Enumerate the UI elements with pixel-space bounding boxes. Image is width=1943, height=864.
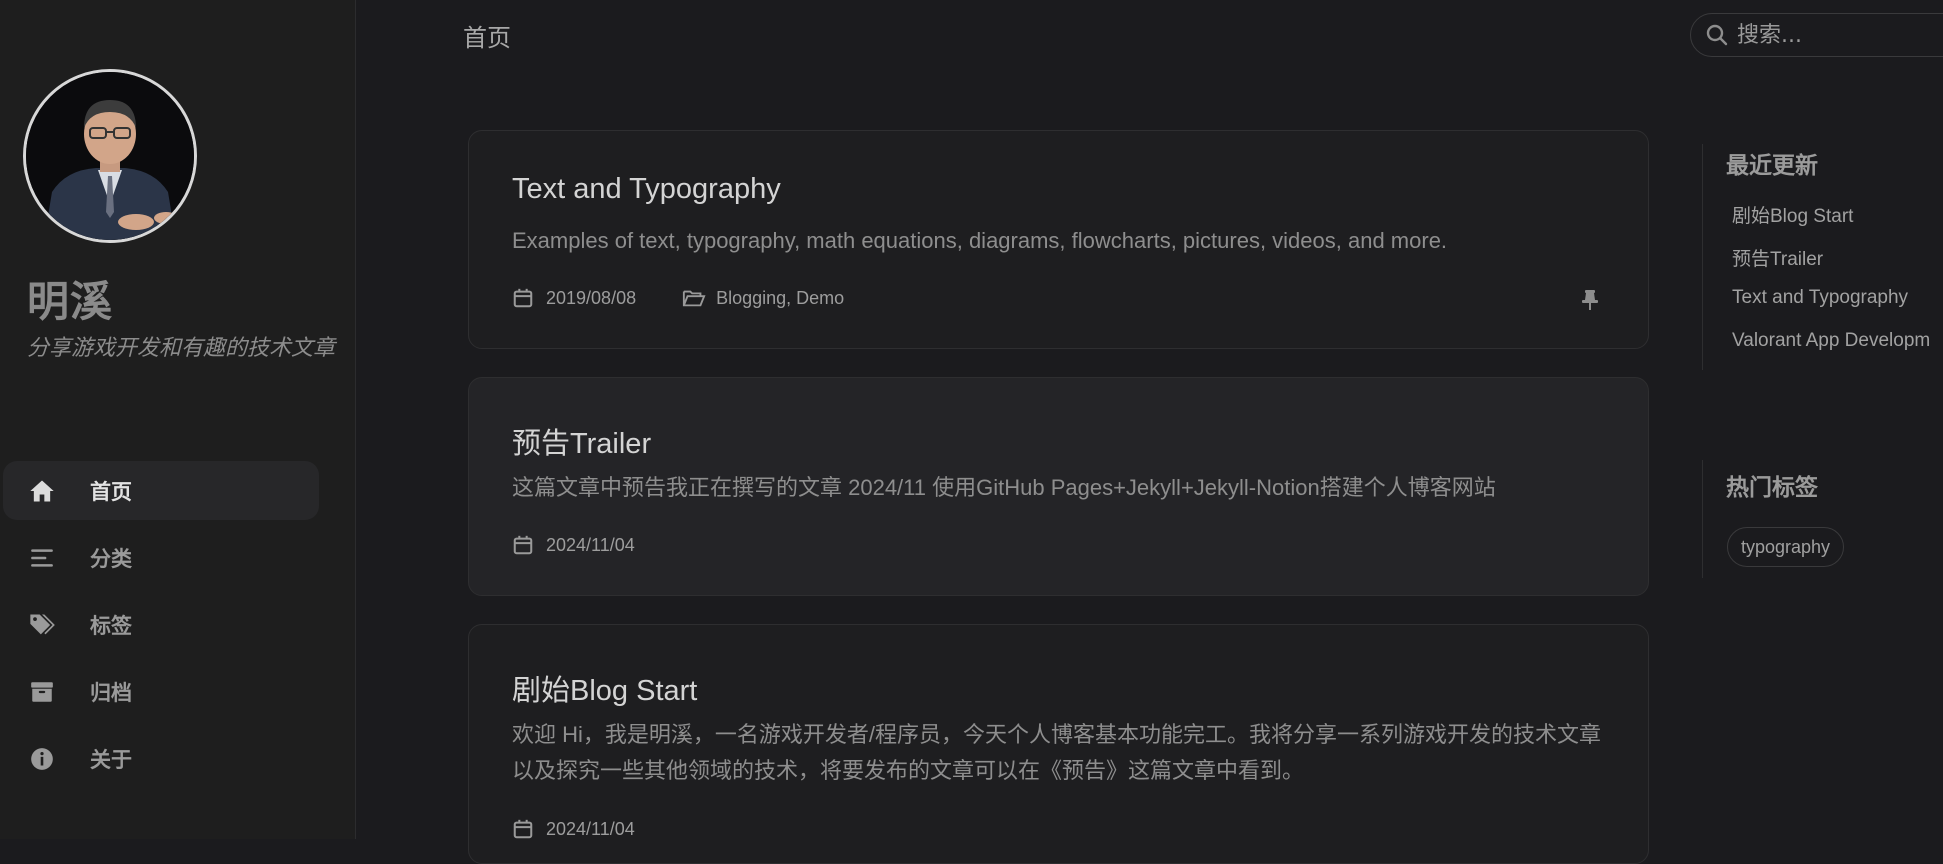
- info-icon: [28, 745, 56, 773]
- archive-icon: [28, 678, 56, 706]
- trending-tags-heading: 热门标签: [1726, 475, 1818, 501]
- sidebar-nav: 首页 分类 标签 归档 关于: [3, 461, 319, 796]
- list-icon: [28, 544, 56, 572]
- sidebar-item-label: 首页: [90, 479, 132, 504]
- calendar-icon: [512, 818, 534, 840]
- site-subtitle: 分享游戏开发和有趣的技术文章: [27, 336, 336, 361]
- recent-updates-heading: 最近更新: [1726, 153, 1818, 179]
- post-categories[interactable]: Blogging, Demo: [716, 288, 844, 309]
- post-title[interactable]: 剧始Blog Start: [512, 667, 697, 709]
- post-card[interactable]: 剧始Blog Start 欢迎 Hi，我是明溪，一名游戏开发者/程序员，今天个人…: [468, 624, 1649, 864]
- post-meta: 2019/08/08 Blogging, Demo: [512, 287, 844, 309]
- post-card[interactable]: Text and Typography Examples of text, ty…: [468, 130, 1649, 349]
- tag-chip[interactable]: typography: [1727, 527, 1845, 567]
- post-excerpt: 这篇文章中预告我正在撰写的文章 2024/11 使用GitHub Pages+J…: [512, 475, 1496, 500]
- post-date: 2019/08/08: [546, 287, 637, 308]
- recent-update-link[interactable]: Text and Typography: [1732, 287, 1908, 309]
- pin-icon: [1580, 289, 1600, 311]
- calendar-icon: [512, 287, 534, 309]
- sidebar-item-tags[interactable]: 标签: [3, 595, 319, 654]
- site-title[interactable]: 明溪: [27, 268, 113, 329]
- post-excerpt: Examples of text, typography, math equat…: [512, 228, 1448, 253]
- panel-divider: [1702, 144, 1703, 370]
- search-box[interactable]: [1690, 13, 1943, 57]
- avatar[interactable]: [23, 69, 197, 243]
- search-input[interactable]: [1735, 21, 1939, 49]
- recent-update-link[interactable]: Valorant App Developm: [1732, 330, 1930, 352]
- sidebar-item-home[interactable]: 首页: [3, 461, 319, 520]
- sidebar-item-about[interactable]: 关于: [3, 729, 319, 788]
- recent-update-link[interactable]: 预告Trailer: [1732, 244, 1823, 271]
- calendar-icon: [512, 534, 534, 556]
- post-meta: 2024/11/04: [512, 534, 635, 556]
- sidebar-item-categories[interactable]: 分类: [3, 528, 319, 587]
- sidebar-item-label: 分类: [90, 546, 132, 571]
- breadcrumb: 首页: [463, 24, 511, 52]
- recent-update-link[interactable]: 剧始Blog Start: [1732, 201, 1853, 228]
- sidebar: 明溪 分享游戏开发和有趣的技术文章 首页 分类 标签 归档 关于: [0, 0, 356, 839]
- tags-icon: [28, 611, 56, 639]
- sidebar-item-label: 归档: [90, 680, 132, 705]
- post-date: 2024/11/04: [546, 534, 635, 555]
- home-icon: [28, 477, 56, 505]
- search-icon: [1705, 23, 1729, 47]
- folder-open-icon: [682, 287, 706, 309]
- post-title[interactable]: Text and Typography: [512, 173, 781, 206]
- panel-divider: [1702, 460, 1703, 578]
- sidebar-item-archives[interactable]: 归档: [3, 662, 319, 721]
- post-excerpt: 欢迎 Hi，我是明溪，一名游戏开发者/程序员，今天个人博客基本功能完工。我将分享…: [512, 722, 1602, 783]
- sidebar-item-label: 关于: [90, 747, 132, 772]
- post-meta: 2024/11/04: [512, 818, 635, 840]
- sidebar-item-label: 标签: [90, 613, 132, 638]
- post-card[interactable]: 预告Trailer 这篇文章中预告我正在撰写的文章 2024/11 使用GitH…: [468, 377, 1649, 596]
- post-date: 2024/11/04: [546, 818, 635, 839]
- avatar-image: [26, 72, 194, 240]
- post-title[interactable]: 预告Trailer: [512, 420, 651, 462]
